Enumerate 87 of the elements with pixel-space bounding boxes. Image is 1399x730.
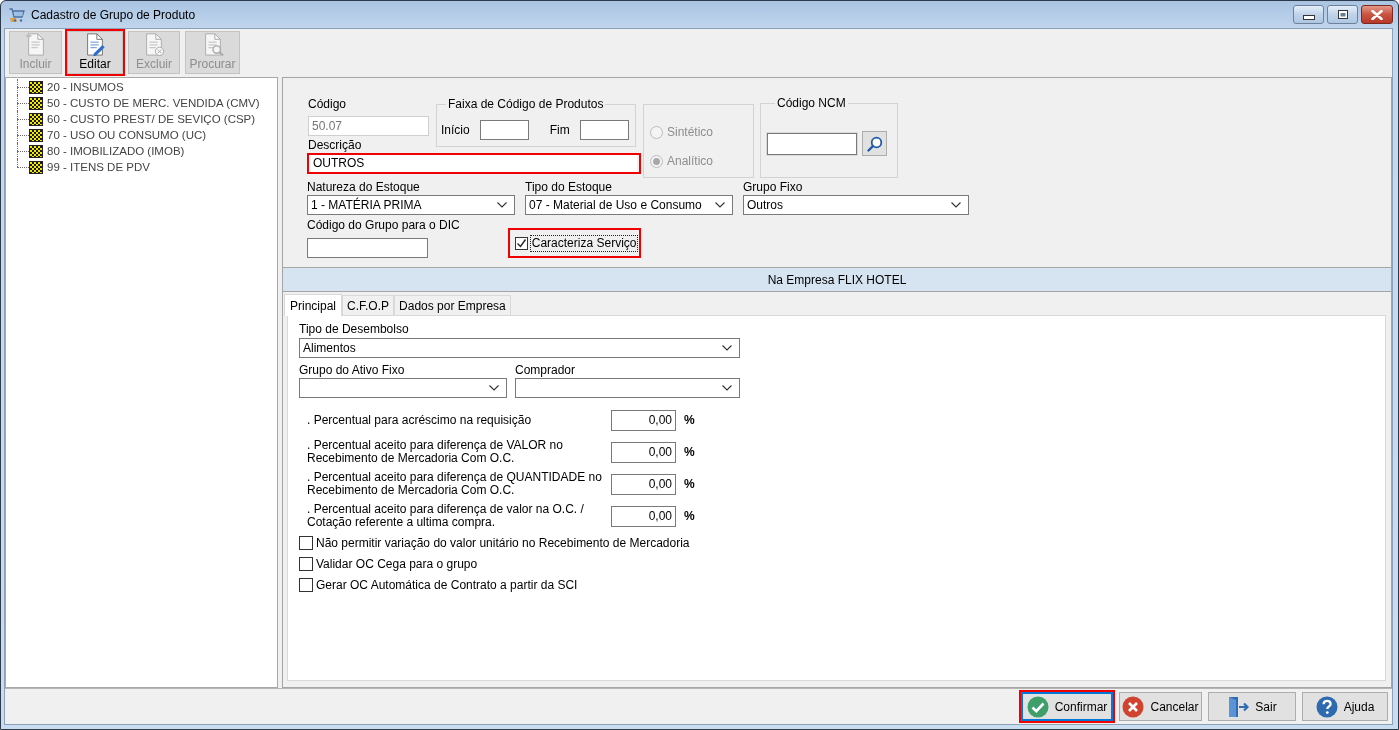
field-label: Código do Grupo para o DIC (307, 218, 460, 233)
percent-field[interactable]: 0,00 (611, 473, 676, 495)
percent-label: . Percentual para acréscimo na requisição (307, 413, 533, 427)
tab[interactable]: Dados por Empresa (394, 295, 511, 315)
percent-sign: % (684, 509, 695, 523)
tree-item[interactable]: 50 - CUSTO DE MERC. VENDIDA (CMV) (46, 95, 261, 111)
field-label: Início (441, 122, 470, 138)
dialog-button[interactable]: Confirmar (1021, 692, 1113, 721)
chevron-down-icon (722, 345, 732, 351)
close-button[interactable] (1361, 5, 1393, 24)
tree-item[interactable]: 70 - USO OU CONSUMO (UC) (46, 127, 208, 143)
percent-field[interactable]: 0,00 (611, 441, 676, 463)
maximize-button[interactable] (1327, 5, 1358, 24)
toolbar-button[interactable]: Editar (67, 31, 123, 74)
dialog-button[interactable]: Cancelar (1119, 692, 1202, 721)
checkered-icon (29, 144, 43, 158)
input-field[interactable] (307, 238, 428, 258)
field-label: Grupo do Ativo Fixo (299, 363, 406, 378)
checkered-icon (29, 80, 43, 94)
door-arrow-icon (1227, 695, 1250, 718)
field-label: Tipo de Desembolso (299, 322, 410, 337)
dialog-button[interactable]: Sair (1208, 692, 1296, 721)
ncm-field[interactable] (767, 132, 857, 155)
chevron-down-icon (715, 202, 725, 208)
checkbox-label: Caracteriza Serviço (529, 234, 639, 252)
window-title: Cadastro de Grupo de Produto (31, 7, 196, 22)
dropdown[interactable] (299, 378, 507, 398)
input-field[interactable] (479, 120, 529, 140)
close-icon (1371, 9, 1383, 20)
dropdown[interactable]: Outros (743, 195, 969, 215)
input-field[interactable] (579, 120, 629, 140)
checkbox-label: Gerar OC Automática de Contrato a partir da SCI (316, 577, 578, 592)
percent-sign: % (684, 413, 695, 427)
company-banner: Na Empresa FLIX HOTEL (283, 268, 1391, 292)
group-box-title: Faixa de Código de Produtos (447, 97, 605, 111)
field-label: Descrição (308, 138, 363, 153)
maximize-icon (1337, 10, 1348, 19)
tab[interactable]: C.F.O.P (342, 295, 395, 315)
field-label: Fim (549, 122, 570, 138)
field-label: Código (308, 97, 348, 112)
chevron-down-icon (497, 202, 507, 208)
minimize-button[interactable] (1293, 5, 1324, 24)
chevron-down-icon (951, 202, 961, 208)
dropdown[interactable]: Alimentos (299, 338, 740, 358)
search-icon (866, 135, 883, 152)
field-label: Grupo Fixo (743, 180, 804, 195)
help-icon (1315, 695, 1338, 718)
checkered-icon (29, 160, 43, 174)
minimize-icon (1302, 14, 1315, 20)
checkered-icon (29, 96, 43, 110)
chevron-down-icon (722, 385, 732, 391)
checkbox[interactable] (299, 535, 313, 550)
checkbox[interactable] (299, 577, 313, 592)
checkbox[interactable] (299, 556, 313, 571)
description-field[interactable]: OUTROS (309, 155, 637, 172)
tree-item[interactable]: 60 - CUSTO PREST/ DE SEVIÇO (CSP) (46, 111, 257, 127)
checkbox-label: Não permitir variação do valor unitário no Recebimento de Mercadoria (316, 535, 690, 550)
checkbox[interactable] (514, 236, 528, 250)
percent-label: . Percentual aceito para diferença de QUANTIDADE no Recebimento de Mercadoria Com O.C. (307, 471, 603, 497)
checkered-icon (29, 128, 43, 142)
percent-field[interactable]: 0,00 (611, 505, 676, 527)
tree-item[interactable]: 20 - INSUMOS (46, 79, 125, 95)
dropdown[interactable]: 1 - MATÉRIA PRIMA (307, 195, 515, 215)
chevron-down-icon (489, 385, 499, 391)
dropdown[interactable]: 07 - Material de Uso e Consumo (525, 195, 733, 215)
x-circle-icon (1122, 695, 1145, 718)
percent-sign: % (684, 445, 695, 459)
tree-item[interactable]: 80 - IMOBILIZADO (IMOB) (46, 143, 186, 159)
dropdown[interactable] (515, 378, 740, 398)
percent-field[interactable]: 0,00 (611, 409, 676, 431)
cart-icon (9, 6, 25, 23)
tree-item[interactable]: 99 - ITENS DE PDV (46, 159, 151, 175)
field-label: Natureza do Estoque (307, 180, 421, 195)
percent-label: . Percentual aceito para diferença de VALOR no Recebimento de Mercadoria Com O.C. (307, 439, 564, 465)
radio-label: Analítico (667, 154, 714, 168)
radio-label: Sintético (667, 125, 714, 139)
field-label: Tipo do Estoque (525, 180, 613, 195)
dialog-button[interactable]: Ajuda (1302, 692, 1388, 721)
percent-label: . Percentual aceito para diferença de valor na O.C. / Cotação referente a ultima compra. (307, 503, 585, 529)
tab[interactable]: Principal (284, 294, 343, 316)
search-button[interactable] (862, 131, 887, 156)
checkered-icon (29, 112, 43, 126)
group-box-title: Código NCM (776, 96, 847, 110)
check-circle-icon (1026, 695, 1049, 718)
percent-sign: % (684, 477, 695, 491)
field-label: Comprador (515, 363, 577, 378)
checkbox-label: Validar OC Cega para o grupo (316, 556, 478, 571)
